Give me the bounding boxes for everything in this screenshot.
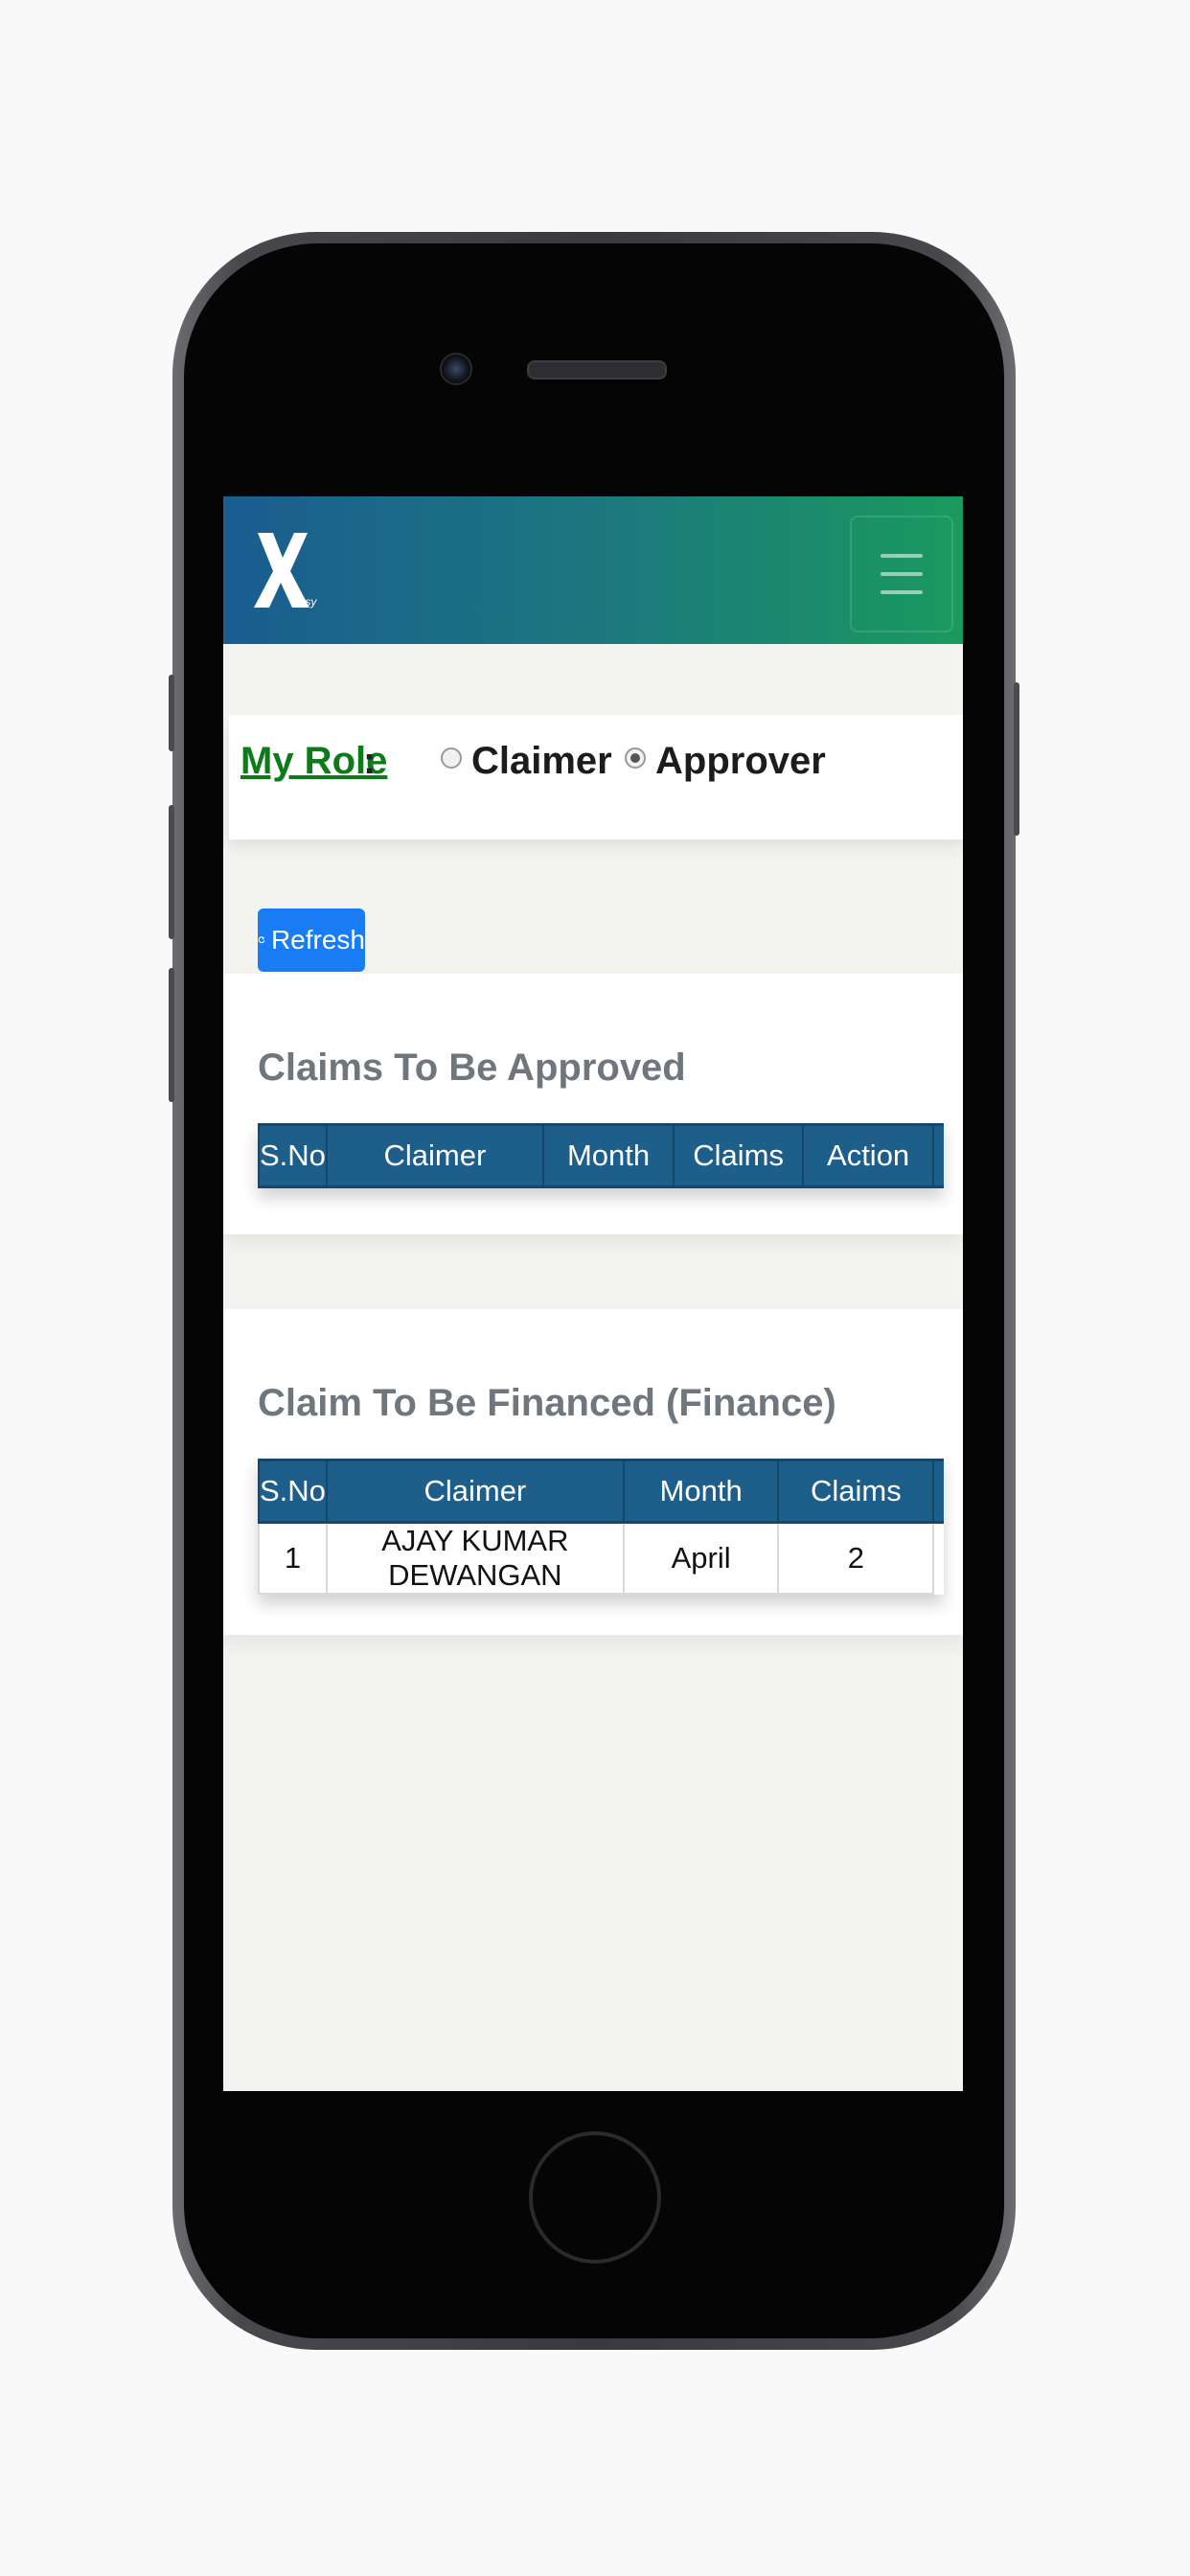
phone-side-button xyxy=(169,675,174,751)
claims-to-finance-card: Claim To Be Financed (Finance) S.No Clai… xyxy=(223,1309,963,1635)
table-header-row: S.No Claimer Month Claims Action xyxy=(258,1123,944,1188)
refresh-icon xyxy=(258,936,265,944)
hamburger-line xyxy=(881,572,923,576)
refresh-button[interactable]: Refresh xyxy=(258,908,365,972)
column-header-sno: S.No xyxy=(258,1123,327,1188)
approver-radio-label[interactable]: Approver xyxy=(655,740,826,783)
column-header-claimer: Claimer xyxy=(325,1459,624,1524)
table-header-row: S.No Claimer Month Claims xyxy=(258,1459,944,1524)
phone-volume-down xyxy=(169,968,174,1102)
cell-claims: 2 xyxy=(777,1521,935,1595)
earpiece-speaker xyxy=(527,360,667,380)
claims-to-approve-table: S.No Claimer Month Claims Action xyxy=(258,1123,944,1188)
cell-claimer: AJAY KUMAR DEWANGAN xyxy=(325,1521,625,1595)
claimer-radio[interactable] xyxy=(441,748,462,769)
phone-volume-up xyxy=(169,805,174,939)
column-header-sno: S.No xyxy=(258,1459,327,1524)
claims-to-approve-title: Claims To Be Approved xyxy=(258,1046,686,1089)
role-colon: : xyxy=(363,740,377,782)
refresh-button-label: Refresh xyxy=(270,925,365,954)
home-button[interactable] xyxy=(529,2131,661,2264)
hamburger-line xyxy=(881,554,923,558)
column-header-month: Month xyxy=(622,1459,779,1524)
column-header-spacer xyxy=(932,1123,944,1188)
role-selector-card: My Role : Claimer Approver xyxy=(229,715,963,840)
svg-text:easy: easy xyxy=(292,595,317,609)
hamburger-line xyxy=(881,590,923,594)
cell-sno: 1 xyxy=(258,1521,328,1595)
cell-month-link[interactable]: April xyxy=(622,1521,780,1595)
phone-power-button xyxy=(1014,682,1019,836)
column-header-spacer xyxy=(932,1459,944,1524)
claimer-radio-label[interactable]: Claimer xyxy=(471,740,612,783)
claims-to-finance-table: S.No Claimer Month Claims 1 AJAY KUMAR D… xyxy=(258,1459,944,1595)
column-header-action: Action xyxy=(801,1123,934,1188)
top-navbar: easy xyxy=(223,496,963,644)
hamburger-menu-button[interactable] xyxy=(850,516,953,632)
claims-to-approve-card: Claims To Be Approved S.No Claimer Month… xyxy=(223,974,963,1234)
column-header-claims: Claims xyxy=(777,1459,934,1524)
column-header-claimer: Claimer xyxy=(325,1123,543,1188)
cell-spacer xyxy=(933,1523,944,1595)
column-header-claims: Claims xyxy=(673,1123,803,1188)
column-header-month: Month xyxy=(541,1123,675,1188)
table-row[interactable]: 1 AJAY KUMAR DEWANGAN April 2 xyxy=(258,1521,944,1595)
front-camera xyxy=(440,353,472,385)
claims-to-finance-title: Claim To Be Financed (Finance) xyxy=(258,1382,836,1424)
approver-radio[interactable] xyxy=(625,748,646,769)
app-logo[interactable]: easy xyxy=(244,527,321,613)
app-screen: easy My Role : Claimer Approver Refresh … xyxy=(223,496,963,2091)
